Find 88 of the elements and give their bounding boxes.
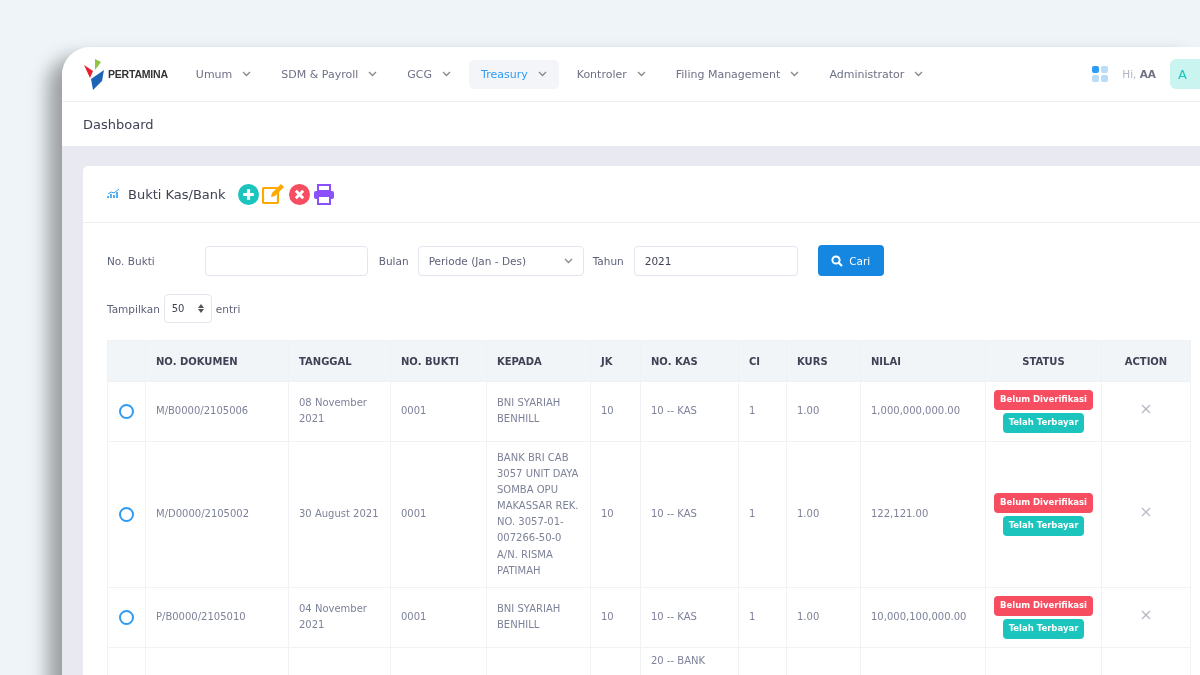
- field-label: Bulan: [378, 254, 409, 267]
- page-title: Dashboard: [83, 116, 154, 132]
- show-entries-label: Tampilkan: [107, 302, 160, 315]
- chevron-down-icon: [914, 71, 924, 77]
- table-cell: 0001: [390, 441, 487, 588]
- search-button[interactable]: Cari: [817, 245, 884, 276]
- table-cell: 10: [590, 441, 641, 588]
- table-cell: 0001: [390, 587, 487, 648]
- table-cell: BNI SYARIAH BENHILL: [486, 381, 591, 442]
- column-header: NO. BUKTI: [390, 340, 487, 382]
- table-cell: 1,000,000,000.00: [860, 381, 986, 442]
- edit-icon[interactable]: [261, 183, 286, 205]
- row-radio[interactable]: [119, 403, 134, 419]
- year-field[interactable]: 2021: [633, 245, 798, 276]
- add-icon[interactable]: [237, 183, 259, 205]
- apps-grid-icon[interactable]: [1092, 66, 1109, 82]
- user-greeting: Hi, AA: [1122, 68, 1156, 80]
- table-cell: 1.00: [786, 587, 861, 648]
- field-label: Tahun: [592, 254, 624, 267]
- table-cell: 10,000,100,000.00: [860, 587, 986, 648]
- table-cell: 1.00: [786, 381, 861, 442]
- column-header: ACTION: [1101, 340, 1191, 382]
- column-header: NO. DOKUMEN: [145, 340, 289, 382]
- column-header: NO. KAS: [640, 340, 739, 382]
- table-cell: 1: [738, 587, 787, 648]
- table-cell: 1: [738, 381, 787, 442]
- chevron-down-icon: [368, 71, 378, 77]
- column-header: NILAI: [860, 340, 986, 382]
- table-cell: 1: [738, 441, 787, 588]
- card-title: Bukti Kas/Bank: [128, 186, 226, 202]
- no-bukti-field[interactable]: [204, 245, 368, 276]
- table-cell: BNI SYARIAH BENHILL: [486, 587, 591, 648]
- logo-drawing: [82, 57, 106, 91]
- column-header: CI: [738, 340, 787, 382]
- table-cell: M/B0000/2105006: [145, 381, 289, 442]
- table-cell: 10 -- KAS: [640, 587, 739, 648]
- table-cell: P/B0000/2105010: [145, 587, 289, 648]
- nav-menu-item[interactable]: Kontroler: [564, 59, 658, 89]
- chevron-down-icon: [563, 257, 573, 264]
- column-header: TANGGAL: [288, 340, 391, 382]
- nav-menu-item[interactable]: Administrator: [817, 59, 936, 89]
- chevron-down-icon: [537, 71, 547, 77]
- chevron-down-icon: [442, 71, 452, 77]
- table-cell: 1.00: [786, 441, 861, 588]
- status-badge: Telah Terbayar: [1002, 412, 1085, 433]
- row-radio[interactable]: [119, 609, 134, 625]
- nav-menu-item[interactable]: Filing Management: [663, 59, 812, 89]
- column-header: KURS: [786, 340, 861, 382]
- table-cell: 122,121.00: [860, 441, 986, 588]
- table-cell: 10 -- KAS: [640, 441, 739, 588]
- page-size-select[interactable]: 50: [163, 294, 212, 323]
- status-badge: Belum Diverifikasi: [993, 390, 1094, 410]
- close-icon[interactable]: [1141, 507, 1151, 518]
- nav-menu-item[interactable]: Treasury: [469, 59, 559, 89]
- table-cell: 04 November 2021: [288, 587, 391, 648]
- sort-arrows-icon: [198, 304, 204, 313]
- search-icon: [831, 254, 844, 267]
- table-cell: 10 -- KAS: [640, 381, 739, 442]
- table-cell: BANK BRI CAB 3057 UNIT DAYA SOMBA OPU MAKASSAR REK. NO. 3057-01-007266-50-0 A/N. RISMA PATIMAH: [486, 441, 591, 588]
- nav-menu-item[interactable]: Umum: [183, 59, 264, 89]
- nav-menu-item[interactable]: SDM & Payroll: [269, 59, 390, 89]
- nav-menu-item[interactable]: GCG: [395, 59, 464, 89]
- entries-label: entri: [215, 302, 241, 315]
- field-label: No. Bukti: [107, 254, 155, 267]
- brand-name: PERTAMINA: [108, 68, 168, 80]
- chevron-down-icon: [636, 71, 646, 77]
- chevron-down-icon: [242, 71, 252, 77]
- status-badge: Belum Diverifikasi: [993, 596, 1094, 616]
- chevron-down-icon: [790, 71, 800, 77]
- close-icon[interactable]: [1141, 610, 1151, 621]
- month-select[interactable]: Periode (Jan - Des): [417, 245, 584, 276]
- table-cell: M/D0000/2105002: [145, 441, 289, 588]
- table-cell: 10: [590, 381, 641, 442]
- column-header: KEPADA: [486, 340, 591, 382]
- column-header: JK: [590, 340, 641, 382]
- table-cell: 08 November 2021: [288, 381, 391, 442]
- status-badge: Telah Terbayar: [1002, 515, 1085, 536]
- status-badge: Telah Terbayar: [1002, 618, 1085, 639]
- table-cell: 30 August 2021: [288, 441, 391, 588]
- delete-icon[interactable]: [288, 183, 310, 205]
- status-badge: Belum Diverifikasi: [993, 493, 1094, 513]
- table-cell: 10: [590, 587, 641, 648]
- chart-icon: [107, 189, 120, 199]
- table-cell: 0001: [390, 381, 487, 442]
- column-header: STATUS: [985, 340, 1102, 382]
- row-radio[interactable]: [119, 506, 134, 522]
- close-icon[interactable]: [1141, 404, 1151, 415]
- print-icon[interactable]: [312, 183, 335, 205]
